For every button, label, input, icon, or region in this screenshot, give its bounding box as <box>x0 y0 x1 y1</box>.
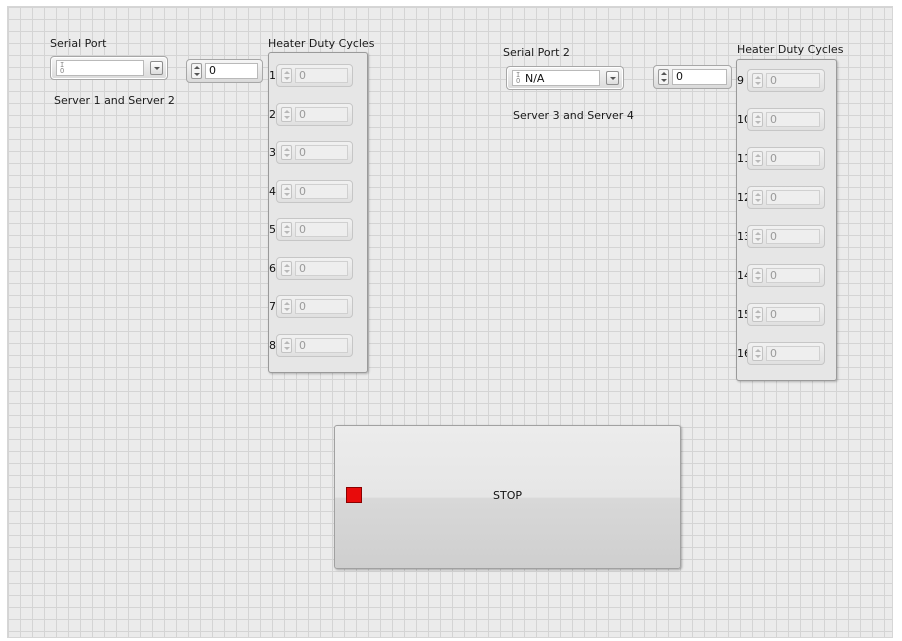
array-index-label: 7 <box>269 300 276 313</box>
heater-duty-cycle-element[interactable]: 0 <box>747 303 825 326</box>
io-resource-icon: IO <box>516 71 521 85</box>
heater-duty-cycle-field[interactable]: 0 <box>766 307 820 322</box>
numeric-field-2[interactable]: 0 <box>672 69 727 85</box>
numeric-control[interactable]: 0 <box>186 59 263 83</box>
increment-decrement-icon[interactable] <box>281 299 292 314</box>
serial-port-label: Serial Port <box>50 37 107 50</box>
increment-decrement-icon[interactable] <box>281 337 292 353</box>
array-label-2: Heater Duty Cycles <box>737 43 844 56</box>
increment-decrement-icon[interactable] <box>752 73 763 88</box>
increment-decrement-icon[interactable] <box>281 145 292 160</box>
heater-duty-cycle-element[interactable]: 0 <box>747 108 825 131</box>
increment-decrement-icon[interactable] <box>281 222 292 237</box>
heater-duty-cycle-field[interactable]: 0 <box>295 337 348 353</box>
array-index-label: 4 <box>269 184 276 198</box>
dropdown-arrow-icon[interactable] <box>150 61 163 75</box>
increment-decrement-icon[interactable] <box>752 307 763 322</box>
heater-duty-cycles-array <box>268 52 368 373</box>
heater-duty-cycle-element[interactable]: 0 <box>276 179 353 203</box>
heater-duty-cycle-field[interactable]: 0 <box>295 299 348 314</box>
server-2-label: Server 3 and Server 4 <box>513 109 634 122</box>
dropdown-arrow-icon[interactable] <box>606 71 619 85</box>
heater-duty-cycle-element[interactable]: 0 <box>747 264 825 287</box>
io-resource-icon: IO <box>60 61 65 75</box>
heater-duty-cycle-field[interactable]: 0 <box>766 112 820 127</box>
heater-duty-cycle-field[interactable]: 0 <box>766 151 820 166</box>
heater-duty-cycle-element[interactable]: 0 <box>747 186 825 209</box>
increment-decrement-icon[interactable] <box>281 68 292 83</box>
serial-port-2-label: Serial Port 2 <box>503 46 570 59</box>
stop-button-label: STOP <box>493 489 522 502</box>
heater-duty-cycle-field[interactable]: 0 <box>766 346 820 361</box>
heater-duty-cycle-field[interactable]: 0 <box>295 145 348 160</box>
heater-duty-cycle-field[interactable]: 0 <box>766 190 820 205</box>
heater-duty-cycle-element[interactable]: 0 <box>276 64 353 87</box>
array-index-label: 1 <box>269 69 276 82</box>
increment-decrement-icon[interactable] <box>281 106 292 122</box>
heater-duty-cycle-element[interactable]: 0 <box>747 225 825 248</box>
heater-duty-cycle-field[interactable]: 0 <box>766 73 820 88</box>
increment-decrement-icon[interactable] <box>191 63 202 79</box>
serial-port-2-field[interactable]: IO N/A <box>512 70 600 86</box>
increment-decrement-icon[interactable] <box>752 229 763 244</box>
numeric-field[interactable]: 0 <box>205 63 258 79</box>
server-label: Server 1 and Server 2 <box>54 94 175 107</box>
array-index-label: 5 <box>269 223 276 236</box>
heater-duty-cycle-field[interactable]: 0 <box>295 106 348 122</box>
heater-duty-cycle-element[interactable]: 0 <box>276 333 353 357</box>
heater-duty-cycle-field[interactable]: 0 <box>766 229 820 244</box>
heater-duty-cycle-element[interactable]: 0 <box>747 69 825 92</box>
serial-port-combo[interactable]: IO <box>50 56 168 80</box>
heater-duty-cycle-element[interactable]: 0 <box>276 141 353 164</box>
heater-duty-cycle-field[interactable]: 0 <box>295 222 348 237</box>
increment-decrement-icon[interactable] <box>752 346 763 361</box>
stop-button[interactable]: STOP <box>334 425 681 569</box>
increment-decrement-icon[interactable] <box>752 112 763 127</box>
array-index-label: 9 <box>737 74 744 87</box>
heater-duty-cycle-element[interactable]: 0 <box>747 147 825 170</box>
serial-port-field[interactable]: IO <box>56 60 144 76</box>
increment-decrement-icon[interactable] <box>752 268 763 283</box>
serial-port-2-value: N/A <box>525 72 545 85</box>
heater-duty-cycle-field[interactable]: 0 <box>295 183 348 199</box>
array-index-label: 6 <box>269 261 276 275</box>
increment-decrement-icon[interactable] <box>281 260 292 276</box>
increment-decrement-icon[interactable] <box>658 69 669 85</box>
heater-duty-cycle-element[interactable]: 0 <box>747 342 825 365</box>
heater-duty-cycle-field[interactable]: 0 <box>766 268 820 283</box>
serial-port-2-combo[interactable]: IO N/A <box>506 66 624 90</box>
numeric-control-2[interactable]: 0 <box>653 65 732 89</box>
increment-decrement-icon[interactable] <box>752 190 763 205</box>
heater-duty-cycle-element[interactable]: 0 <box>276 102 353 126</box>
heater-duty-cycle-field[interactable]: 0 <box>295 260 348 276</box>
array-index-label: 8 <box>269 338 276 352</box>
increment-decrement-icon[interactable] <box>752 151 763 166</box>
heater-duty-cycle-element[interactable]: 0 <box>276 218 353 241</box>
heater-duty-cycle-element[interactable]: 0 <box>276 295 353 318</box>
increment-decrement-icon[interactable] <box>281 183 292 199</box>
array-index-label: 2 <box>269 107 276 121</box>
array-label: Heater Duty Cycles <box>268 37 375 50</box>
heater-duty-cycle-field[interactable]: 0 <box>295 68 348 83</box>
array-index-label: 3 <box>269 146 276 159</box>
heater-duty-cycle-element[interactable]: 0 <box>276 256 353 280</box>
